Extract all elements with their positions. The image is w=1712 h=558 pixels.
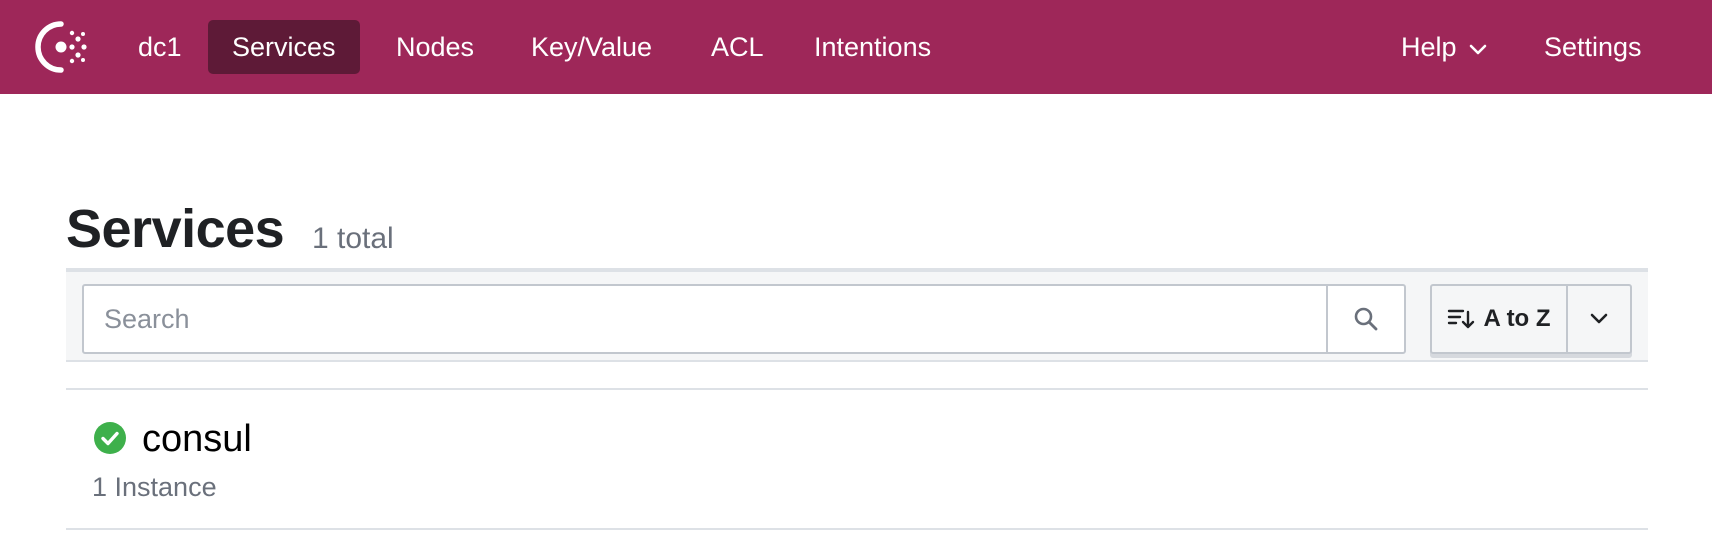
sort-control: A to Z xyxy=(1430,284,1632,354)
list-divider xyxy=(66,528,1648,530)
chevron-down-icon xyxy=(1590,313,1608,324)
service-count: 1 total xyxy=(312,222,394,255)
consul-logo-icon[interactable] xyxy=(32,18,90,76)
search-input[interactable] xyxy=(84,286,1326,352)
nav-settings[interactable]: Settings xyxy=(1520,20,1666,74)
service-list-item[interactable]: consul 1 Instance xyxy=(66,390,1648,528)
nav-intentions[interactable]: Intentions xyxy=(790,20,955,74)
sort-label: A to Z xyxy=(1483,305,1551,332)
filter-toolbar: A to Z xyxy=(66,268,1648,362)
instance-count: 1 Instance xyxy=(92,472,217,502)
top-navigation: dc1 Services Nodes Key/Value ACL Intenti… xyxy=(0,0,1712,94)
nav-nodes[interactable]: Nodes xyxy=(372,20,498,74)
sort-button[interactable]: A to Z xyxy=(1432,286,1568,352)
check-circle-icon xyxy=(94,422,126,454)
search-icon[interactable] xyxy=(1326,286,1404,352)
page-title: Services xyxy=(66,199,285,259)
help-menu[interactable]: Help xyxy=(1377,20,1511,74)
service-name[interactable]: consul xyxy=(142,418,252,461)
chevron-down-icon xyxy=(1469,32,1487,63)
help-label: Help xyxy=(1401,31,1457,62)
nav-services[interactable]: Services xyxy=(208,20,360,74)
nav-acl[interactable]: ACL xyxy=(687,20,788,74)
sort-icon xyxy=(1448,309,1475,329)
datacenter-selector[interactable]: dc1 xyxy=(114,20,206,74)
nav-key-value[interactable]: Key/Value xyxy=(507,20,676,74)
search-bar xyxy=(82,284,1406,354)
sort-dropdown-toggle[interactable] xyxy=(1568,286,1630,352)
